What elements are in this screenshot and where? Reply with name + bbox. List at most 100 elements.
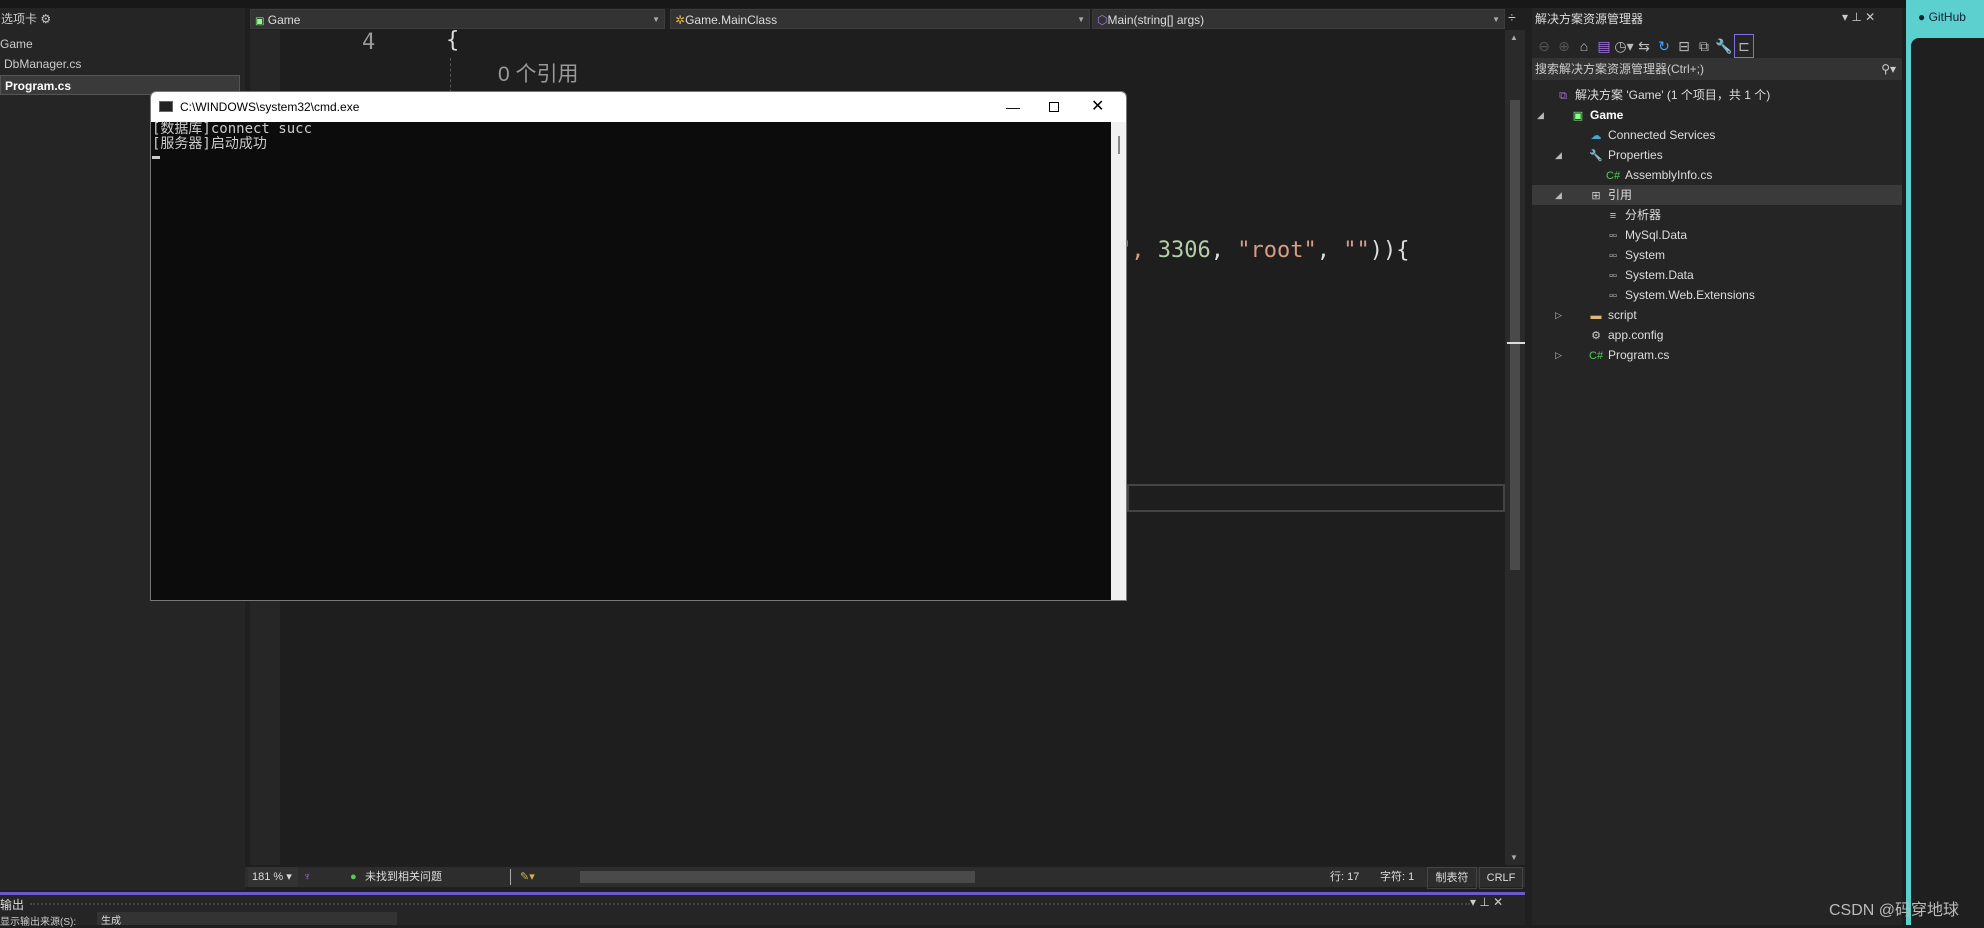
gear-icon[interactable]: ⚙ — [40, 12, 51, 26]
scroll-position-marker — [1507, 342, 1525, 344]
tree-item[interactable]: ≡ 分析器 — [1532, 205, 1902, 225]
tree-item-label: 解决方案 'Game' (1 个项目，共 1 个) — [1575, 88, 1771, 102]
tab-indicator[interactable]: 制表符 — [1427, 867, 1477, 889]
tree-item-label: System — [1625, 248, 1666, 262]
split-editor-icon[interactable]: ÷ — [1508, 9, 1516, 25]
tree-item-label: Properties — [1608, 148, 1663, 162]
tree-item[interactable]: ▷ C# Program.cs — [1532, 345, 1902, 365]
cmd-output[interactable]: [数据库]connect succ [服务器]启动成功 — [151, 121, 1111, 600]
cmd-window[interactable]: C:\WINDOWS\system32\cmd.exe — ✕ [数据库]con… — [150, 91, 1127, 601]
project-dropdown[interactable]: ▣ Game ▼ — [250, 9, 665, 29]
output-source-dropdown[interactable]: 生成 — [97, 912, 397, 927]
collapsed-arrow-icon[interactable]: ▷ — [1555, 305, 1562, 325]
reference-icon: ▫▫ — [1609, 270, 1617, 282]
cmd-cursor — [152, 156, 160, 159]
tree-item[interactable]: ▫▫ MySql.Data — [1532, 225, 1902, 245]
maximize-button[interactable] — [1049, 102, 1059, 112]
code-brace: { — [446, 28, 460, 53]
analyzer-icon: ≡ — [1609, 210, 1617, 222]
tree-item[interactable]: C# AssemblyInfo.cs — [1532, 165, 1902, 185]
tree-item-label: AssemblyInfo.cs — [1625, 168, 1713, 182]
csharp-icon: ▣ — [255, 16, 265, 27]
show-all-files-icon[interactable]: ⧉ — [1694, 35, 1714, 57]
refresh-icon[interactable]: ↻ — [1654, 35, 1674, 57]
member-dropdown[interactable]: ⬡Main(string[] args) ▼ — [1092, 9, 1505, 29]
solution-explorer-title: 解决方案资源管理器 — [1535, 12, 1644, 26]
tree-item-label: Connected Services — [1608, 128, 1716, 142]
tree-item[interactable]: ☁ Connected Services — [1532, 125, 1902, 145]
github-content — [1911, 38, 1984, 925]
collapse-all-icon[interactable]: ⊟ — [1674, 35, 1694, 57]
tree-item-label: 分析器 — [1625, 208, 1662, 222]
tree-item[interactable]: ▫▫ System.Data — [1532, 265, 1902, 285]
chevron-down-icon: ▼ — [1077, 15, 1085, 24]
expanded-arrow-icon[interactable]: ◢ — [1555, 145, 1562, 165]
github-tab[interactable]: ● GitHub — [1918, 10, 1966, 24]
properties-icon[interactable]: 🔧 — [1714, 35, 1734, 57]
chevron-down-icon: ▼ — [1492, 15, 1500, 24]
scrollbar-thumb[interactable] — [1510, 100, 1520, 570]
config-icon: ⚙ — [1591, 330, 1601, 342]
tree-item[interactable]: ⧉ 解决方案 'Game' (1 个项目，共 1 个) — [1532, 85, 1902, 105]
reference-icon: ▫▫ — [1609, 290, 1617, 302]
pending-changes-icon[interactable]: ◷▾ — [1614, 35, 1634, 57]
search-icon[interactable]: ⚲▾ — [1881, 58, 1896, 80]
horizontal-scrollbar[interactable] — [580, 871, 975, 883]
tree-item[interactable]: ▫▫ System.Web.Extensions — [1532, 285, 1902, 305]
tree-item[interactable]: ▷ ▬ script — [1532, 305, 1902, 325]
tree-item[interactable]: ▫▫ System — [1532, 245, 1902, 265]
tree-item-label: 引用 — [1608, 188, 1633, 202]
cmd-titlebar[interactable]: C:\WINDOWS\system32\cmd.exe — ✕ — [151, 92, 1126, 122]
cleanup-icon[interactable]: ✎▾ — [520, 867, 535, 887]
tree-item[interactable]: ◢ ▣ Game — [1532, 105, 1902, 125]
line-number: 4 — [362, 30, 376, 55]
solution-search-input[interactable]: 搜索解决方案资源管理器(Ctrl+;) ⚲▾ — [1532, 58, 1902, 80]
panel-controls[interactable]: ▾ ⊥ ✕ — [1842, 10, 1875, 24]
tab-item-dbmanager[interactable]: DbManager.cs — [0, 54, 240, 74]
cmd-scrollbar[interactable] — [1111, 122, 1126, 600]
csharp-project-icon: ▣ — [1572, 110, 1584, 122]
github-icon: ● — [1918, 10, 1926, 24]
close-button[interactable]: ✕ — [1091, 92, 1104, 122]
editor-status-bar: 181 % ▾ ♆ ● 未找到相关问题 ✎▾ 行: 17 字符: 1 制表符 C… — [245, 867, 1525, 889]
tree-item-label: MySql.Data — [1625, 228, 1688, 242]
folder-icon: ▬ — [1590, 310, 1602, 322]
tree-item[interactable]: ◢ ⊞ 引用 — [1532, 185, 1902, 205]
class-dropdown[interactable]: ✲Game.MainClass ▼ — [670, 9, 1090, 29]
zoom-dropdown[interactable]: 181 % ▾ — [248, 867, 298, 887]
tree-item[interactable]: ⚙ app.config — [1532, 325, 1902, 345]
home-icon[interactable]: ⌂ — [1574, 35, 1594, 57]
tree-item[interactable]: ◢ 🔧 Properties — [1532, 145, 1902, 165]
collapsed-arrow-icon[interactable]: ▷ — [1555, 345, 1562, 365]
solution-explorer: 解决方案资源管理器 ▾ ⊥ ✕ ⊖ ⊕ ⌂ ▤ ◷▾ ⇆ ↻ ⊟ ⧉ 🔧 ⊏ 搜索解决方案资源管理器… — [1532, 8, 1902, 925]
tabs-panel-header: 选项卡 ⚙ — [1, 12, 52, 26]
eol-indicator[interactable]: CRLF — [1479, 867, 1523, 889]
scroll-up-icon[interactable]: ▲ — [1510, 33, 1518, 42]
panel-menu-icon[interactable]: ▾ ⊥ ✕ — [1470, 895, 1503, 909]
tab-item-game[interactable]: Game — [0, 34, 240, 54]
cmd-line: [数据库]connect succ — [152, 121, 313, 137]
tree-item-label: Game — [1590, 108, 1624, 122]
current-line-highlight — [1127, 484, 1505, 512]
codelens-references[interactable]: 0 个引用 — [498, 58, 579, 88]
back-icon[interactable]: ⊖ — [1534, 35, 1554, 57]
issues-status[interactable]: 未找到相关问题 — [365, 867, 442, 887]
cmd-line: [服务器]启动成功 — [152, 136, 267, 152]
title-strip — [0, 0, 1984, 8]
cmd-icon — [159, 101, 173, 112]
preview-icon[interactable]: ⊏ — [1734, 34, 1754, 58]
code-line: ", 3306, "root", "")){ — [1118, 238, 1410, 263]
forward-icon[interactable]: ⊕ — [1554, 35, 1574, 57]
expanded-arrow-icon[interactable]: ◢ — [1555, 185, 1562, 205]
copilot-icon[interactable]: ♆ — [303, 867, 311, 887]
sync-icon[interactable]: ⇆ — [1634, 35, 1654, 57]
minimize-button[interactable]: — — [1006, 92, 1020, 122]
chevron-down-icon: ▼ — [652, 15, 660, 24]
reference-icon: ▫▫ — [1609, 230, 1617, 242]
expanded-arrow-icon[interactable]: ◢ — [1537, 105, 1544, 125]
scroll-down-icon[interactable]: ▼ — [1510, 853, 1518, 862]
cmd-title: C:\WINDOWS\system32\cmd.exe — [180, 100, 360, 114]
tree-item-label: Program.cs — [1608, 348, 1670, 362]
watermark: CSDN @码穿地球 — [1829, 902, 1960, 919]
switch-views-icon[interactable]: ▤ — [1594, 35, 1614, 57]
